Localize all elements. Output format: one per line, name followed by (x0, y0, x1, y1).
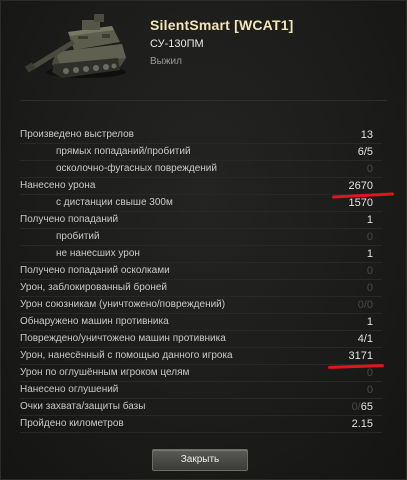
stat-row: Получено попаданий осколками 0 (20, 263, 382, 280)
stat-value: 1 (366, 248, 373, 260)
stat-value: 3171 (348, 350, 373, 362)
stat-row: Урон, нанесённый с помощью данного игрок… (20, 348, 382, 365)
stat-label: Урон, нанесённый с помощью данного игрок… (20, 350, 233, 361)
stat-label: с дистанции свыше 300м (56, 197, 173, 208)
stat-label: Урон союзникам (уничтожено/повреждений) (20, 299, 226, 310)
stat-row: Повреждено/уничтожено машин противника 4/… (20, 331, 382, 348)
stat-value: 0 (366, 282, 373, 294)
stat-label: осколочно-фугасных повреждений (56, 163, 217, 174)
stat-row: осколочно-фугасных повреждений 0 (20, 161, 382, 178)
stat-row: прямых попаданий/пробитий 6/5 (20, 144, 382, 161)
stats-window: SilentSmart [WCAT1] СУ-130ПМ Выжил Произ… (0, 0, 407, 480)
stat-value: 4/1 (357, 333, 373, 345)
stat-row: Произведено выстрелов 13 (20, 127, 382, 144)
stat-row: Обнаружено машин противника 1 (20, 314, 382, 331)
tank-icon (25, 14, 126, 78)
stat-value: 6/5 (357, 146, 373, 158)
stat-value: 0 (366, 231, 373, 243)
stat-row: Очки захвата/защиты базы 0/65 (20, 399, 382, 416)
stat-row: Урон союзникам (уничтожено/повреждений) 0… (20, 297, 382, 314)
divider (20, 100, 387, 101)
stat-label: Нанесено оглушений (20, 384, 119, 395)
stat-value: 0/65 (352, 401, 373, 413)
stat-row: с дистанции свыше 300м 1570 (20, 195, 382, 212)
close-button[interactable]: Закрыть (152, 449, 248, 471)
stat-label: Пройдено километров (20, 418, 124, 429)
stat-value: 2670 (348, 180, 373, 192)
stat-label: Повреждено/уничтожено машин противника (20, 333, 226, 344)
stat-value: 2.15 (351, 418, 373, 430)
stat-value: 13 (360, 129, 373, 141)
player-name: SilentSmart [WCAT1] (150, 17, 294, 33)
stat-value-dim-part: 0/ (351, 401, 361, 413)
stat-label: пробитий (56, 231, 100, 242)
stat-value: 0 (366, 367, 373, 379)
stat-label: Урон, заблокированный броней (20, 282, 168, 293)
stat-value: 1570 (348, 197, 373, 209)
stats-list: Произведено выстрелов 13 прямых попаданий/… (20, 127, 382, 433)
stat-label: не нанесших урон (56, 248, 140, 259)
stat-row: Урон, заблокированный броней 0 (20, 280, 382, 297)
stat-row: пробитий 0 (20, 229, 382, 246)
stat-label: Урон по оглушённым игроком целям (20, 367, 190, 378)
stat-value: 0/0 (357, 299, 373, 311)
stat-value-main: 65 (360, 401, 373, 413)
stat-label: Обнаружено машин противника (20, 316, 169, 327)
stat-label: Получено попаданий (20, 214, 119, 225)
stat-row: Пройдено километров 2.15 (20, 416, 382, 433)
stat-row: не нанесших урон 1 (20, 246, 382, 263)
stat-row: Нанесено урона 2670 (20, 178, 382, 195)
stat-label: Нанесено урона (20, 180, 96, 191)
vehicle-name: СУ-130ПМ (150, 38, 204, 50)
stat-label: Произведено выстрелов (20, 129, 134, 140)
stat-value: 0 (366, 384, 373, 396)
header: SilentSmart [WCAT1] СУ-130ПМ Выжил (0, 0, 407, 96)
stat-row: Получено попаданий 1 (20, 212, 382, 229)
stat-value: 0 (366, 265, 373, 277)
stat-label: Получено попаданий осколками (20, 265, 170, 276)
stat-label: прямых попаданий/пробитий (56, 146, 191, 157)
stat-label: Очки захвата/защиты базы (20, 401, 146, 412)
stat-value: 1 (366, 316, 373, 328)
stat-row: Нанесено оглушений 0 (20, 382, 382, 399)
survival-status: Выжил (150, 56, 182, 67)
stat-value: 0 (366, 163, 373, 175)
stat-value: 1 (366, 214, 373, 226)
